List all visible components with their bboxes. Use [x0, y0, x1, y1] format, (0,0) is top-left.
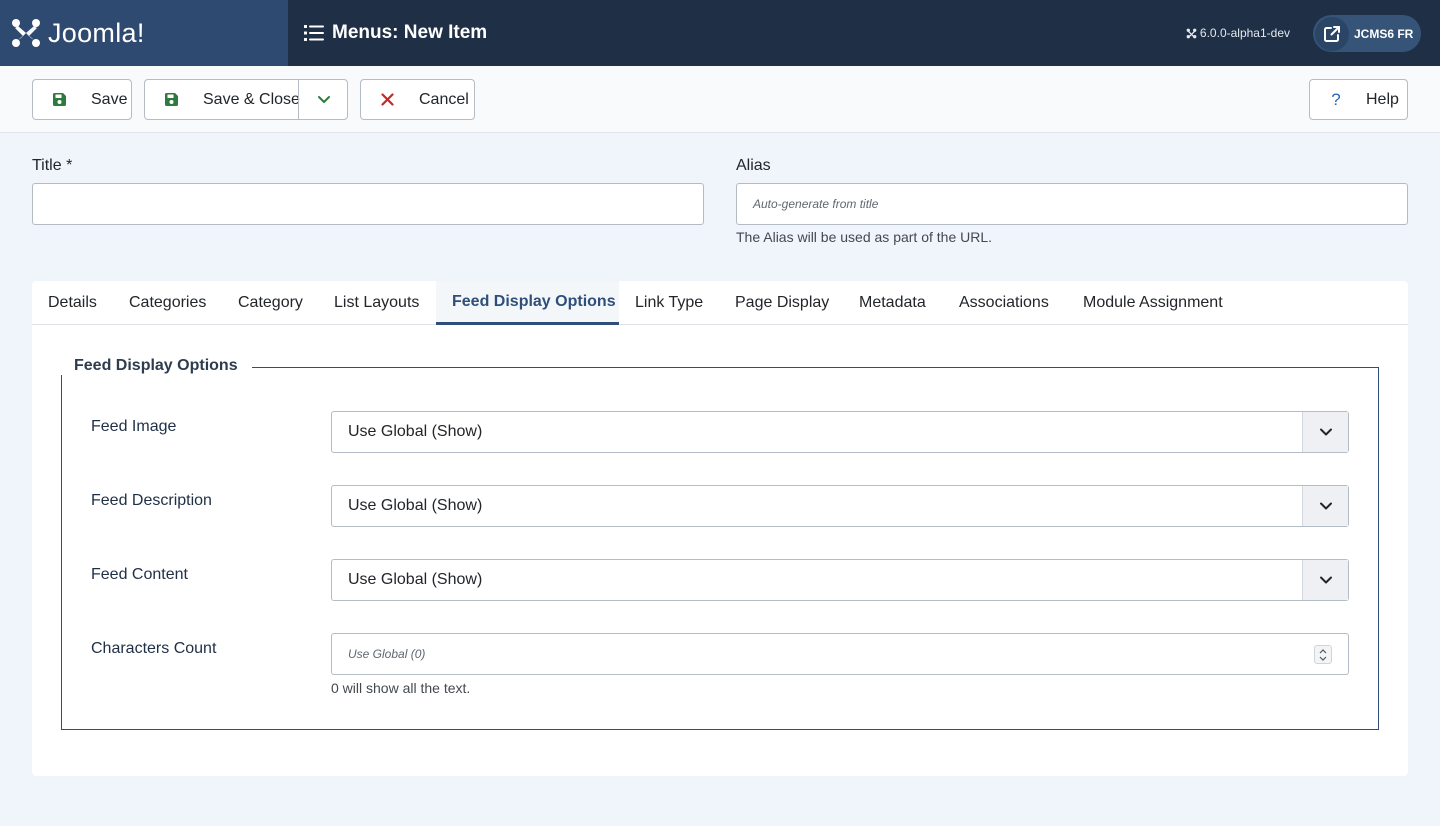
save-close-button[interactable]: Save & Close — [144, 79, 348, 120]
tab-list-layouts[interactable]: List Layouts — [334, 281, 419, 325]
floppy-disk-icon — [51, 92, 67, 108]
view-site-button[interactable]: JCMS6 FR — [1313, 15, 1421, 52]
help-button[interactable]: ? Help — [1309, 79, 1408, 120]
feed-content-select[interactable]: Use Global (Show) — [331, 559, 1349, 601]
tab-page-display[interactable]: Page Display — [735, 281, 829, 325]
page-title: Menus: New Item — [304, 0, 487, 66]
feed-description-value: Use Global (Show) — [348, 497, 483, 514]
toolbar: Save Save & Close Cancel ? Help — [0, 66, 1440, 133]
feed-description-label: Feed Description — [91, 492, 212, 509]
page-title-text: Menus: New Item — [332, 22, 488, 43]
characters-count-placeholder: Use Global (0) — [348, 647, 426, 661]
feed-content-label: Feed Content — [91, 566, 188, 583]
feed-description-select[interactable]: Use Global (Show) — [331, 485, 1349, 527]
logo[interactable]: Joomla! — [0, 0, 288, 66]
tab-associations[interactable]: Associations — [959, 281, 1049, 325]
characters-count-help: 0 will show all the text. — [331, 680, 471, 696]
characters-count-label: Characters Count — [91, 640, 217, 657]
tabs-card: Details Categories Category List Layouts… — [32, 281, 1408, 776]
tab-module-assignment[interactable]: Module Assignment — [1083, 281, 1223, 325]
chevron-down-icon — [1302, 412, 1348, 452]
header-bar: Joomla! Menus: New Item 6.0.0-alpha1-dev — [0, 0, 1440, 66]
number-spinner-icon[interactable] — [1314, 645, 1332, 664]
tab-bar: Details Categories Category List Layouts… — [32, 281, 1408, 325]
close-icon — [379, 92, 395, 108]
characters-count-input[interactable]: Use Global (0) — [331, 633, 1349, 675]
floppy-disk-icon — [163, 92, 179, 108]
save-close-label: Save & Close — [203, 90, 300, 108]
chevron-down-icon — [1302, 486, 1348, 526]
title-input[interactable] — [32, 183, 704, 225]
joomla-small-icon — [1186, 28, 1197, 38]
cancel-label: Cancel — [419, 90, 469, 108]
alias-input[interactable]: Auto-generate from title — [736, 183, 1408, 225]
external-link-icon — [1315, 16, 1349, 51]
feed-image-label: Feed Image — [91, 418, 177, 435]
tab-details[interactable]: Details — [48, 281, 97, 325]
version-text: 6.0.0-alpha1-dev — [1199, 26, 1290, 40]
site-name: JCMS6 FR — [1354, 26, 1414, 41]
tab-categories[interactable]: Categories — [129, 281, 206, 325]
cancel-button[interactable]: Cancel — [360, 79, 475, 120]
save-button[interactable]: Save — [32, 79, 132, 120]
tab-metadata[interactable]: Metadata — [859, 281, 926, 325]
title-label: Title * — [32, 157, 73, 174]
logo-text: Joomla! — [48, 17, 145, 48]
tab-category[interactable]: Category — [238, 281, 303, 325]
feed-image-value: Use Global (Show) — [348, 423, 483, 440]
chevron-down-icon[interactable] — [316, 91, 332, 112]
tab-link-type[interactable]: Link Type — [635, 281, 703, 325]
help-label: Help — [1366, 90, 1399, 108]
tab-feed-display-options[interactable]: Feed Display Options — [436, 281, 619, 325]
save-label: Save — [91, 90, 128, 108]
feed-image-select[interactable]: Use Global (Show) — [331, 411, 1349, 453]
alias-help-text: The Alias will be used as part of the UR… — [736, 229, 993, 245]
version-info: 6.0.0-alpha1-dev — [1186, 0, 1290, 66]
alias-label: Alias — [736, 157, 771, 174]
fieldset-legend: Feed Display Options — [60, 357, 252, 375]
feed-content-value: Use Global (Show) — [348, 571, 483, 588]
question-mark-icon: ? — [1331, 89, 1341, 109]
joomla-logo-icon — [12, 19, 40, 47]
button-divider — [298, 80, 299, 119]
list-icon — [304, 25, 324, 41]
chevron-down-icon — [1302, 560, 1348, 600]
